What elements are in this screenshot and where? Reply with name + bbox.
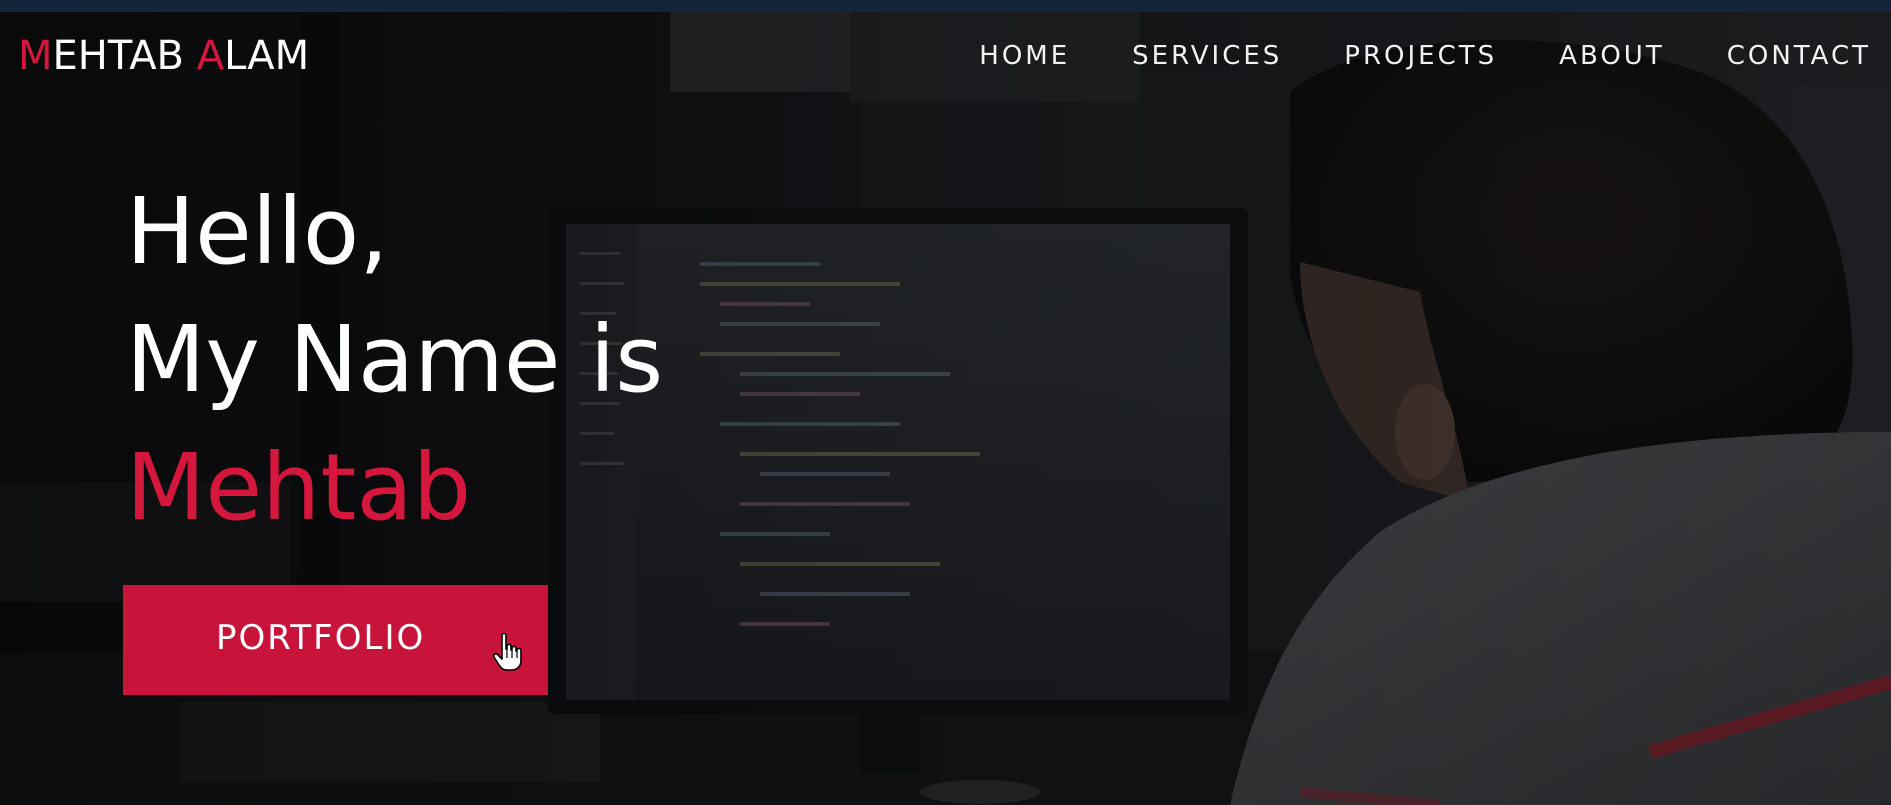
- portfolio-button[interactable]: PORTFOLIO: [123, 585, 548, 695]
- nav-contact-link[interactable]: CONTACT: [1727, 43, 1871, 69]
- site-logo[interactable]: MEHTAB ALAM: [18, 36, 309, 76]
- logo-initial-m: M: [18, 33, 53, 79]
- logo-last-name-rest: LAM: [224, 33, 310, 79]
- portfolio-button-label: PORTFOLIO: [216, 618, 426, 658]
- headline-intro: My Name is: [126, 306, 664, 413]
- hero-section: MEHTAB ALAM HOME SERVICES PROJECTS ABOUT…: [0, 0, 1891, 805]
- hero-headline: Hello, My Name is Mehtab: [126, 168, 663, 552]
- hand-pointer-icon: [492, 632, 522, 671]
- nav-about-link[interactable]: ABOUT: [1559, 43, 1665, 69]
- headline-name: Mehtab: [126, 434, 472, 541]
- nav-home-link[interactable]: HOME: [979, 43, 1070, 69]
- browser-top-strip: [0, 0, 1891, 12]
- top-navigation: MEHTAB ALAM HOME SERVICES PROJECTS ABOUT…: [0, 12, 1891, 104]
- nav-services-link[interactable]: SERVICES: [1132, 43, 1282, 69]
- logo-initial-a: A: [196, 33, 225, 79]
- nav-links: HOME SERVICES PROJECTS ABOUT CONTACT: [917, 43, 1871, 69]
- headline-greeting: Hello,: [126, 178, 389, 285]
- logo-first-name-rest: EHTAB: [52, 33, 197, 79]
- nav-projects-link[interactable]: PROJECTS: [1344, 43, 1497, 69]
